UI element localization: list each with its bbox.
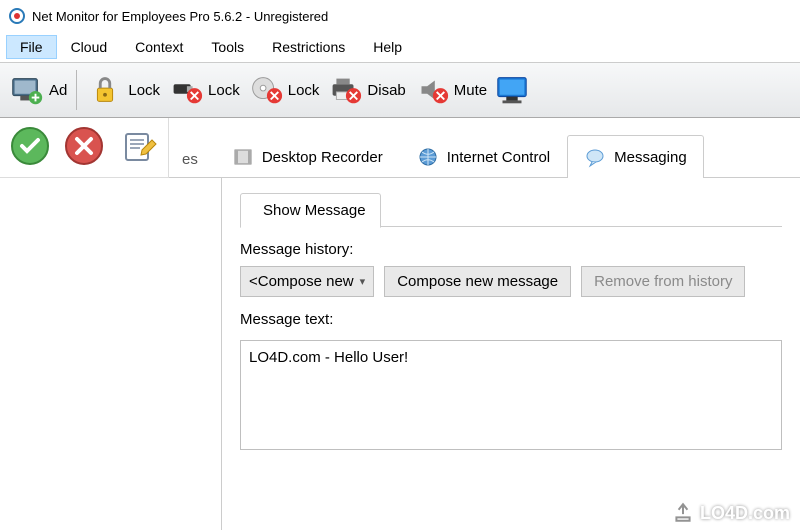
- cd-lock-icon: [246, 71, 284, 109]
- menu-context[interactable]: Context: [121, 35, 197, 59]
- sidebar: [0, 178, 222, 530]
- compose-dropdown-value: <Compose new: [249, 273, 354, 290]
- tab-partial-label: es: [182, 151, 198, 168]
- tabs: es Desktop Recorder Internet Control Mes…: [168, 118, 800, 178]
- tab-recorder-label: Desktop Recorder: [262, 149, 383, 166]
- reject-button[interactable]: [62, 124, 106, 168]
- menu-tools[interactable]: Tools: [197, 35, 258, 59]
- tab-internet-control[interactable]: Internet Control: [400, 135, 567, 178]
- film-icon: [232, 146, 254, 168]
- padlock-icon: [86, 71, 124, 109]
- text-label: Message text:: [240, 311, 782, 328]
- chevron-down-icon: ▾: [360, 275, 366, 288]
- lock-button-3[interactable]: Lock: [243, 68, 323, 112]
- content-row: Show Message Message history: <Compose n…: [0, 178, 800, 530]
- menubar: File Cloud Context Tools Restrictions He…: [0, 32, 800, 62]
- left-actions: [0, 118, 168, 174]
- tab-partial[interactable]: es: [177, 140, 215, 178]
- watermark-text: LO4D.com: [700, 503, 790, 524]
- history-label: Message history:: [240, 241, 782, 258]
- lock2-label: Lock: [208, 82, 240, 99]
- menu-cloud[interactable]: Cloud: [57, 35, 122, 59]
- accept-button[interactable]: [8, 124, 52, 168]
- window-title: Net Monitor for Employees Pro 5.6.2 - Un…: [32, 9, 328, 24]
- edit-button[interactable]: [116, 124, 160, 168]
- add-button[interactable]: Ad: [4, 68, 70, 112]
- lock-button-2[interactable]: Lock: [163, 68, 243, 112]
- usb-lock-icon: [166, 71, 204, 109]
- monitor-add-icon: [7, 71, 45, 109]
- subtab-label: Show Message: [263, 202, 366, 219]
- remove-history-button: Remove from history: [581, 266, 745, 297]
- monitor-button[interactable]: [490, 68, 538, 112]
- printer-disable-icon: [325, 71, 363, 109]
- lock-button-1[interactable]: Lock: [83, 68, 163, 112]
- disable-button[interactable]: Disab: [322, 68, 408, 112]
- history-controls: <Compose new ▾ Compose new message Remov…: [240, 266, 782, 297]
- compose-new-button[interactable]: Compose new message: [384, 266, 571, 297]
- speaker-mute-icon: [412, 71, 450, 109]
- titlebar: Net Monitor for Employees Pro 5.6.2 - Un…: [0, 0, 800, 32]
- globe-icon: [417, 146, 439, 168]
- lock3-label: Lock: [288, 82, 320, 99]
- toolbar: Ad Lock Lock Lock Disab Mute: [0, 62, 800, 118]
- watermark: LO4D.com: [672, 502, 790, 524]
- monitor-icon: [493, 71, 531, 109]
- app-icon: [8, 7, 26, 25]
- lock1-label: Lock: [128, 82, 160, 99]
- add-label: Ad: [49, 82, 67, 99]
- message-text-input[interactable]: [240, 340, 782, 450]
- mute-button[interactable]: Mute: [409, 68, 490, 112]
- menu-restrictions[interactable]: Restrictions: [258, 35, 359, 59]
- toolbar-separator: [76, 70, 77, 110]
- tab-messaging[interactable]: Messaging: [567, 135, 704, 178]
- watermark-icon: [672, 502, 694, 524]
- menu-file[interactable]: File: [6, 35, 57, 59]
- menu-help[interactable]: Help: [359, 35, 416, 59]
- subtab-show-message[interactable]: Show Message: [240, 193, 381, 228]
- subtoolbar: es Desktop Recorder Internet Control Mes…: [0, 118, 800, 178]
- tab-underline: [169, 177, 800, 178]
- tab-messaging-label: Messaging: [614, 149, 687, 166]
- tab-desktop-recorder[interactable]: Desktop Recorder: [215, 135, 400, 178]
- chat-icon: [584, 146, 606, 168]
- compose-dropdown[interactable]: <Compose new ▾: [240, 266, 374, 297]
- tab-internet-label: Internet Control: [447, 149, 550, 166]
- mute-label: Mute: [454, 82, 487, 99]
- disable-label: Disab: [367, 82, 405, 99]
- main-panel: Show Message Message history: <Compose n…: [222, 178, 800, 530]
